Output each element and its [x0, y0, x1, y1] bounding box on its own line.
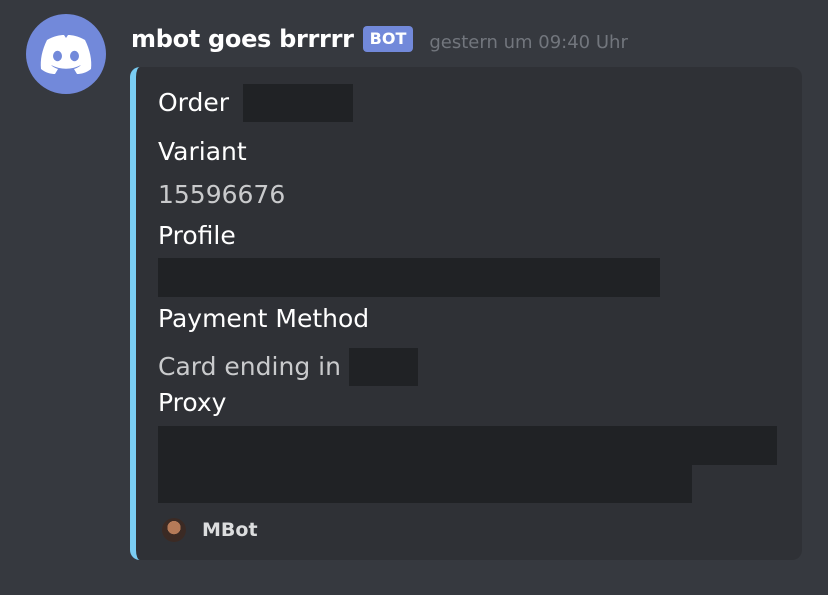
field-name-payment: Payment Method: [158, 304, 369, 334]
embed-footer: MBot: [162, 518, 258, 542]
field-label: Payment Method: [158, 304, 370, 333]
redacted-profile: [158, 258, 660, 297]
field-value-profile: [158, 258, 660, 297]
discord-logo-icon: [40, 35, 92, 74]
author-name[interactable]: mbot goes brrrrr: [131, 25, 354, 53]
footer-text: MBot: [202, 519, 258, 541]
bot-avatar[interactable]: [26, 14, 106, 94]
field-label: Profile: [158, 221, 236, 250]
field-value: Card ending in: [158, 352, 341, 381]
field-label: Proxy: [158, 388, 227, 417]
field-name-proxy: Proxy: [158, 388, 226, 418]
field-name-profile: Profile: [158, 221, 236, 251]
message-timestamp[interactable]: gestern um 09:40 Uhr: [429, 32, 627, 53]
message-header: mbot goes brrrrr BOT gestern um 09:40 Uh…: [131, 22, 628, 56]
embed-title-row: Order: [158, 84, 354, 122]
field-value-proxy: [158, 426, 777, 503]
field-label: Variant: [158, 137, 247, 166]
bot-badge: BOT: [362, 26, 414, 52]
field-value-variant: 15596676: [158, 180, 285, 210]
redacted-order-number: [243, 84, 354, 122]
redacted-card-digits: [348, 348, 418, 386]
field-name-variant: Variant: [158, 137, 247, 167]
mbot-avatar-icon: [162, 518, 186, 542]
field-value-payment: Card ending in: [158, 348, 418, 386]
embed-title: Order: [158, 88, 230, 117]
redacted-proxy-line-1: [158, 426, 777, 465]
message-embed: Order Variant 15596676 Profile Payment M…: [130, 67, 802, 560]
field-value: 15596676: [158, 180, 286, 209]
redacted-proxy-line-2: [158, 465, 692, 503]
